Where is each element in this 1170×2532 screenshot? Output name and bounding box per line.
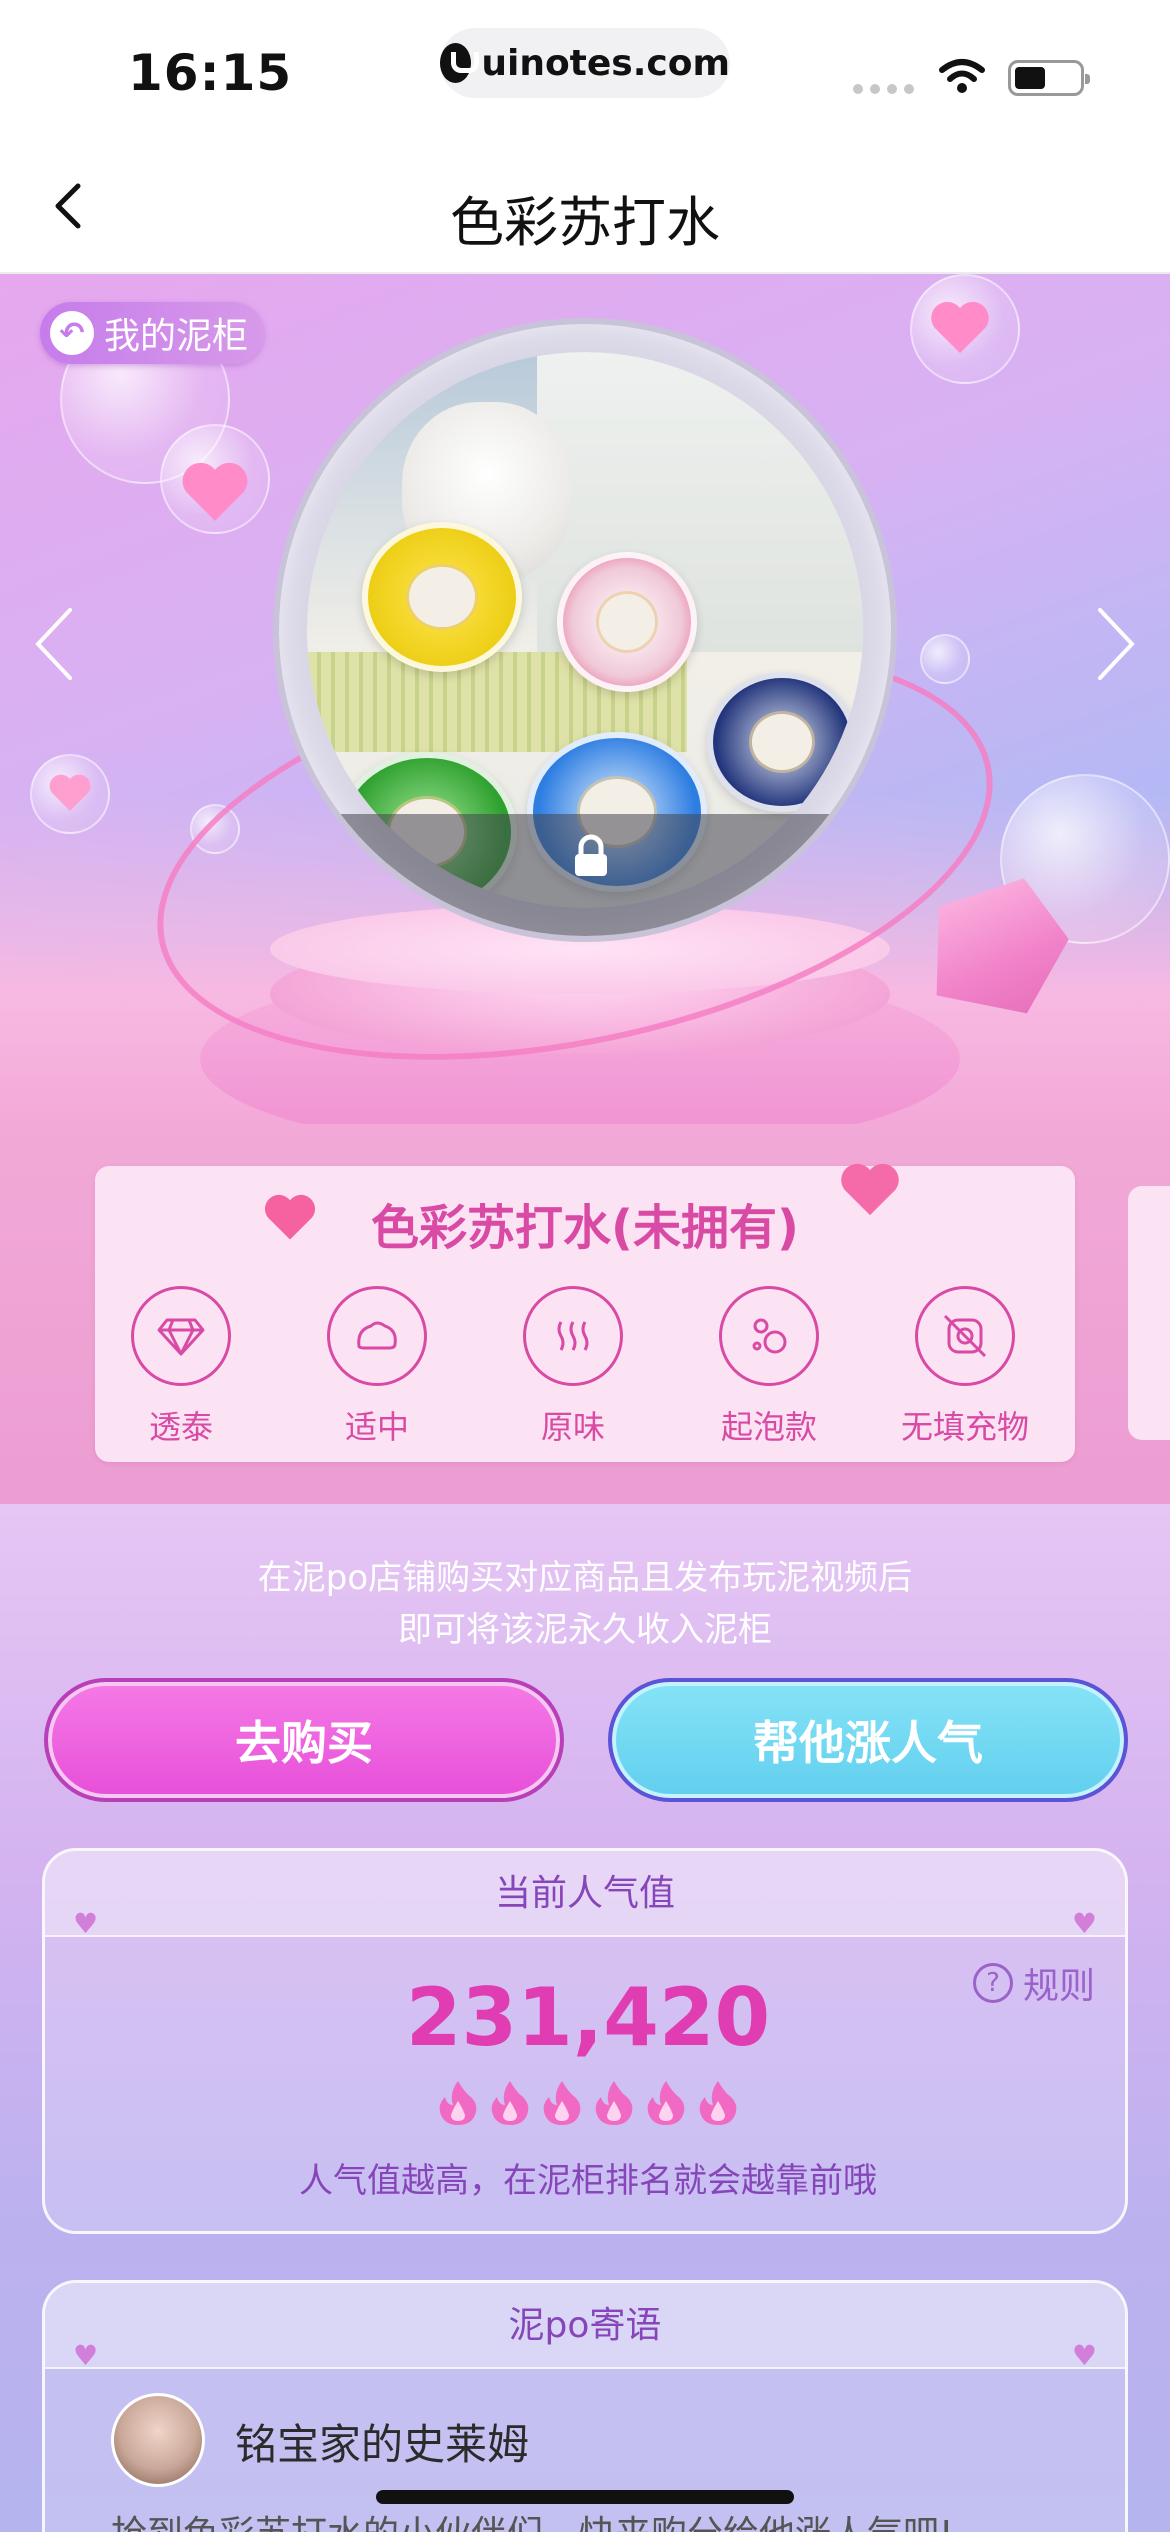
purchase-hint: 在泥po店铺购买对应商品且发布玩泥视频后 即可将该泥永久收入泥柜 xyxy=(0,1552,1170,1656)
popularity-panel: ♥ 当前人气值 ♥ ? 规则 231,420 人气值越高，在泥柜排名就会越靠前哦 xyxy=(42,1848,1128,2234)
heart-icon xyxy=(49,774,91,811)
yellow-slime-jar xyxy=(362,522,522,672)
feature-label: 透泰 xyxy=(148,1408,213,1446)
my-cabinet-label: 我的泥柜 xyxy=(104,316,249,357)
nav-bar: 色彩苏打水 xyxy=(0,140,1170,274)
heart-icon: ♥ xyxy=(1071,2339,1097,2372)
status-time: 16:15 xyxy=(128,44,293,102)
scent-waves-icon xyxy=(523,1286,623,1386)
flame-icon xyxy=(543,2081,581,2125)
battery-icon xyxy=(1008,60,1090,96)
purchase-hint-line: 在泥po店铺购买对应商品且发布玩泥视频后 xyxy=(257,1558,913,1598)
popularity-value: 231,420 xyxy=(405,1971,771,2064)
bubbles-icon xyxy=(719,1286,819,1386)
next-card-peek[interactable] xyxy=(1128,1186,1170,1440)
feature-item: 适中 xyxy=(327,1286,427,1448)
product-info-card: 色彩苏打水(未拥有) 透泰 适中 原味 起泡款 无填充物 xyxy=(95,1163,1075,1462)
feature-item: 原味 xyxy=(523,1286,623,1448)
bubble-decoration xyxy=(920,634,970,684)
product-showcase: ↶ 我的泥柜 xyxy=(0,274,1170,1124)
flame-icon xyxy=(439,2081,477,2125)
lock-icon xyxy=(575,834,607,876)
message-text: 抢到色彩苏打水的小伙伴们，快来购分给他涨人气吧! xyxy=(111,2505,953,2532)
avatar[interactable] xyxy=(111,2393,205,2487)
flame-icon xyxy=(699,2081,737,2125)
navy-slime-jar xyxy=(707,672,857,812)
url-text: uinotes.com xyxy=(481,42,730,84)
product-image-frame[interactable] xyxy=(273,318,897,942)
heart-icon xyxy=(931,301,989,354)
heart-icon xyxy=(182,462,248,521)
home-indicator[interactable] xyxy=(376,2490,794,2504)
boost-popularity-button[interactable]: 帮他涨人气 xyxy=(608,1678,1128,1802)
heart-icon: ♥ xyxy=(1071,1907,1097,1940)
heart-icon: ♥ xyxy=(73,1907,99,1940)
feature-label: 适中 xyxy=(344,1408,409,1446)
previous-arrow-icon[interactable] xyxy=(30,604,80,684)
wifi-icon xyxy=(939,59,985,93)
buy-button[interactable]: 去购买 xyxy=(44,1678,564,1802)
purchase-hint-line: 即可将该泥永久收入泥柜 xyxy=(398,1610,772,1650)
feature-label: 起泡款 xyxy=(720,1408,817,1446)
feature-label: 无填充物 xyxy=(901,1408,1030,1446)
popularity-header: ♥ 当前人气值 ♥ xyxy=(45,1851,1125,1940)
message-title: 泥po寄语 xyxy=(508,2305,662,2346)
page-title: 色彩苏打水 xyxy=(450,191,720,254)
blob-icon xyxy=(327,1286,427,1386)
site-logo-icon xyxy=(440,43,480,83)
my-cabinet-button[interactable]: ↶ 我的泥柜 xyxy=(40,302,265,364)
feature-item: 透泰 xyxy=(131,1286,231,1448)
next-arrow-icon[interactable] xyxy=(1090,604,1140,684)
heart-icon: ♥ xyxy=(73,2339,99,2372)
status-bar: 16:15 uinotes.com xyxy=(0,0,1170,140)
feature-list: 透泰 适中 原味 起泡款 无填充物 xyxy=(131,1286,1029,1448)
pink-slime-jar xyxy=(557,552,697,692)
no-filler-icon xyxy=(915,1286,1015,1386)
flame-icon xyxy=(595,2081,633,2125)
popularity-title: 当前人气值 xyxy=(494,1873,675,1914)
flame-icon xyxy=(647,2081,685,2125)
return-arrow-icon: ↶ xyxy=(50,311,94,355)
feature-label: 原味 xyxy=(540,1408,605,1446)
lower-content: 在泥po店铺购买对应商品且发布玩泥视频后 即可将该泥永久收入泥柜 去购买 帮他涨… xyxy=(0,1504,1170,2532)
popularity-tip: 人气值越高，在泥柜排名就会越靠前哦 xyxy=(299,2161,877,2201)
url-pill[interactable]: uinotes.com xyxy=(440,28,730,98)
message-header: ♥ 泥po寄语 ♥ xyxy=(45,2283,1125,2372)
diamond-icon xyxy=(131,1286,231,1386)
flame-rating xyxy=(45,2079,1125,2127)
feature-item: 起泡款 xyxy=(719,1286,819,1448)
cellular-signal-icon xyxy=(853,84,914,94)
flame-icon xyxy=(491,2081,529,2125)
product-name: 色彩苏打水(未拥有) xyxy=(371,1200,799,1256)
feature-item: 无填充物 xyxy=(901,1286,1029,1448)
user-name[interactable]: 铭宝家的史莱姆 xyxy=(235,2411,529,2472)
